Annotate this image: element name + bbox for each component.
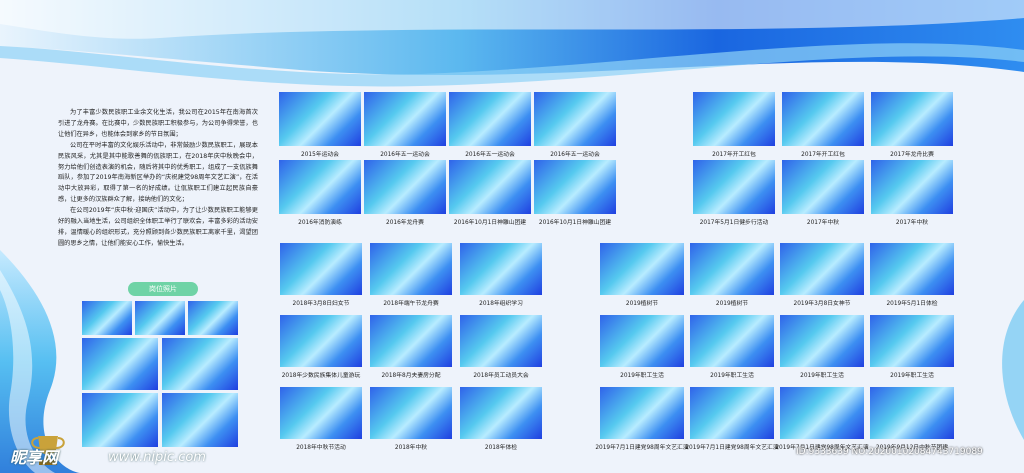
event-photo-caption: 2018年组织学习 bbox=[479, 301, 523, 307]
section-label-job-photos: 岗位照片 bbox=[128, 282, 198, 296]
event-photo bbox=[460, 315, 542, 367]
event-photo-caption: 2019植树节 bbox=[625, 301, 659, 307]
watermark-site: www.nipic.com bbox=[108, 450, 206, 465]
event-photo bbox=[280, 387, 362, 439]
event-photo-caption: 2016年五一运动会 bbox=[550, 152, 600, 158]
collage-photo bbox=[82, 301, 132, 335]
job-photo-collage bbox=[82, 301, 238, 447]
event-photo-caption: 2018年少数民族集体儿童游玩 bbox=[281, 373, 361, 379]
event-photo bbox=[280, 315, 362, 367]
event-photo-caption: 2018年中秋节活动 bbox=[296, 445, 346, 451]
event-photo-caption: 2017年中秋 bbox=[806, 220, 840, 226]
collage-photo bbox=[82, 338, 158, 390]
event-photo-caption: 2018年中秋 bbox=[394, 445, 428, 451]
event-photo bbox=[871, 160, 953, 214]
event-photo-caption: 2019年7月1日建党98周年文艺汇演 bbox=[685, 445, 779, 451]
intro-text: 为了丰富少数民族职工业余文化生活，我公司在2015年在南海首次引进了龙舟赛。在比… bbox=[58, 108, 258, 250]
event-photo bbox=[364, 92, 446, 146]
exhibition-board: 为了丰富少数民族职工业余文化生活，我公司在2015年在南海首次引进了龙舟赛。在比… bbox=[0, 0, 1024, 473]
event-photo bbox=[534, 92, 616, 146]
intro-paragraph: 在公司2019年“庆中秋·迎国庆”活动中，为了让少数民族职工能够更好的融入当地生… bbox=[58, 207, 258, 247]
event-photo bbox=[870, 315, 954, 367]
event-photo-caption: 2016年10月1日神雕山团建 bbox=[538, 220, 612, 226]
event-photo-caption: 2019植树节 bbox=[715, 301, 749, 307]
event-photo-caption: 2019年职工生活 bbox=[890, 373, 934, 379]
event-photo bbox=[690, 387, 774, 439]
event-photo-caption: 2018年8月夫妻房分配 bbox=[381, 373, 441, 379]
event-photo bbox=[780, 315, 864, 367]
event-photo bbox=[870, 387, 954, 439]
event-photo bbox=[279, 92, 361, 146]
event-photo bbox=[370, 315, 452, 367]
event-photo bbox=[449, 160, 531, 214]
event-photo bbox=[600, 387, 684, 439]
event-photo bbox=[370, 387, 452, 439]
event-photo-caption: 2017年中秋 bbox=[895, 220, 929, 226]
event-photo bbox=[600, 315, 684, 367]
collage-photo bbox=[162, 393, 238, 447]
event-photo bbox=[780, 243, 864, 295]
event-photo bbox=[690, 243, 774, 295]
watermark-logo: 昵享网 bbox=[10, 448, 59, 467]
collage-photo bbox=[135, 301, 185, 335]
event-photo-caption: 2018年员工动员大会 bbox=[473, 373, 529, 379]
event-photo bbox=[693, 160, 775, 214]
event-photo-caption: 2018年3月8日妇女节 bbox=[292, 301, 350, 307]
intro-paragraph: 公司在平时丰富的文化娱乐活动中，非常鼓励少数民族职工，展现本民族风采，尤其是其中… bbox=[58, 141, 258, 204]
event-photo bbox=[370, 243, 452, 295]
event-photo-caption: 2018年端午节龙舟赛 bbox=[383, 301, 439, 307]
event-photo bbox=[693, 92, 775, 146]
event-photo-caption: 2017年龙舟比赛 bbox=[890, 152, 934, 158]
event-photo bbox=[600, 243, 684, 295]
event-photo-caption: 2019年3月8日女神节 bbox=[793, 301, 851, 307]
event-photo-caption: 2019年7月1日建党98周年文艺汇演 bbox=[595, 445, 689, 451]
event-photo bbox=[449, 92, 531, 146]
watermark-id: ID:9333639 NO:20200102084743719089 bbox=[796, 447, 983, 457]
event-photo bbox=[279, 160, 361, 214]
event-photo bbox=[782, 160, 864, 214]
event-photo-caption: 2019年职工生活 bbox=[710, 373, 754, 379]
event-photo-caption: 2019年职工生活 bbox=[620, 373, 664, 379]
event-photo-caption: 2017年开工红包 bbox=[712, 152, 756, 158]
event-photo-caption: 2017年开工红包 bbox=[801, 152, 845, 158]
collage-photo bbox=[188, 301, 238, 335]
event-photo bbox=[460, 387, 542, 439]
collage-photo bbox=[82, 393, 158, 447]
event-photo bbox=[870, 243, 954, 295]
event-photo bbox=[364, 160, 446, 214]
event-photo bbox=[871, 92, 953, 146]
collage-photo bbox=[162, 338, 238, 390]
event-photo-caption: 2018年体检 bbox=[484, 445, 518, 451]
event-photo bbox=[280, 243, 362, 295]
event-photo bbox=[460, 243, 542, 295]
event-photo-caption: 2017年5月1日健步行活动 bbox=[699, 220, 769, 226]
intro-paragraph: 为了丰富少数民族职工业余文化生活，我公司在2015年在南海首次引进了龙舟赛。在比… bbox=[58, 109, 258, 138]
event-photo bbox=[782, 92, 864, 146]
event-photo bbox=[690, 315, 774, 367]
event-photo-caption: 2019年职工生活 bbox=[800, 373, 844, 379]
event-photo bbox=[780, 387, 864, 439]
event-photo-caption: 2019年5月1日体检 bbox=[886, 301, 938, 307]
event-photo bbox=[534, 160, 616, 214]
